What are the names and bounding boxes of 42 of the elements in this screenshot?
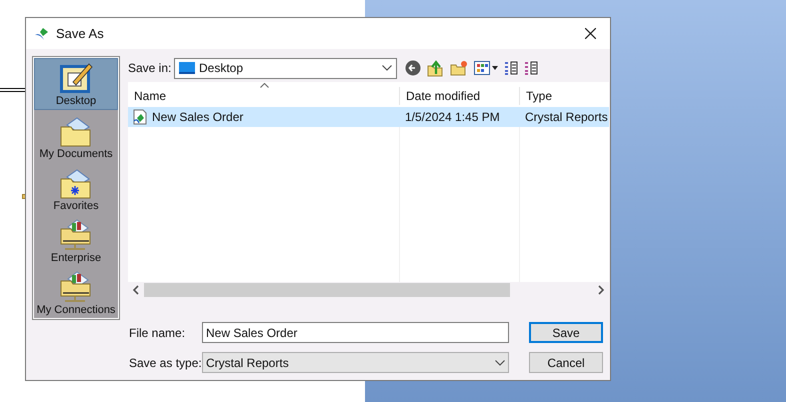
- places-item[interactable]: My Documents: [34, 110, 118, 162]
- chevron-down-icon: [382, 65, 392, 71]
- file-name-label: File name:: [129, 324, 186, 342]
- sort-caret-icon: [260, 83, 269, 88]
- file-name-field[interactable]: New Sales Order: [202, 322, 509, 343]
- scrollbar-thumb[interactable]: [144, 283, 510, 297]
- places-item[interactable]: My Connections: [34, 266, 118, 318]
- new-folder-icon[interactable]: [450, 60, 468, 76]
- scroll-left-icon[interactable]: [131, 285, 141, 295]
- close-icon: [584, 28, 596, 39]
- save-as-type-label: Save as type:: [129, 354, 202, 372]
- back-icon[interactable]: [405, 60, 421, 76]
- network-folder-icon: [59, 219, 93, 251]
- places-item[interactable]: Desktop: [34, 58, 118, 110]
- view-menu-icon[interactable]: [474, 61, 498, 75]
- window-title: Save As: [56, 24, 104, 43]
- places-item[interactable]: Enterprise: [34, 214, 118, 266]
- table-cell-text: New Sales Order: [152, 109, 244, 126]
- report-file-icon: [132, 109, 148, 125]
- favorites-folder-icon: [59, 169, 93, 199]
- save-in-dropdown[interactable]: Desktop: [174, 58, 397, 78]
- save-button[interactable]: Save: [529, 322, 603, 343]
- column-header[interactable]: Type: [519, 87, 609, 105]
- desktop-pencil-icon: [59, 62, 93, 94]
- file-row[interactable]: New Sales Order 1/5/2024 1:45 PM Crystal Reports: [128, 107, 609, 127]
- desktop-icon: [179, 62, 195, 74]
- column-header[interactable]: Date modified: [399, 87, 519, 105]
- chevron-down-icon: [495, 360, 505, 366]
- cancel-button[interactable]: Cancel: [529, 352, 603, 373]
- save-as-type-dropdown[interactable]: Crystal Reports: [202, 352, 509, 373]
- up-folder-icon[interactable]: [427, 60, 444, 76]
- documents-folder-icon: [59, 117, 93, 147]
- column-header[interactable]: Name: [128, 87, 399, 105]
- save-in-label: Save in:: [128, 60, 172, 77]
- scroll-right-icon[interactable]: [596, 285, 606, 295]
- app-logo-icon: [34, 26, 50, 40]
- network-folder-icon: [59, 271, 93, 303]
- details-view-icon[interactable]: [524, 61, 538, 75]
- places-item[interactable]: Favorites: [34, 162, 118, 214]
- list-view-icon[interactable]: [504, 61, 518, 75]
- table-cell-text: Crystal Reports: [524, 109, 609, 126]
- table-cell-text: 1/5/2024 1:45 PM: [404, 109, 501, 126]
